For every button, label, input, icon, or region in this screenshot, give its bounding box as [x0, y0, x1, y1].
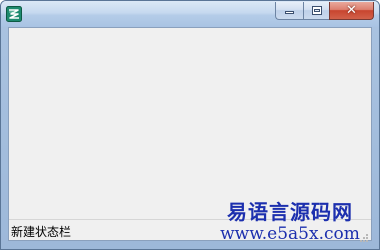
close-button[interactable]: ✕ [329, 2, 374, 20]
maximize-button[interactable] [303, 2, 329, 20]
client-area: 新建状态栏 [8, 27, 372, 242]
minimize-icon [285, 11, 294, 14]
application-window: ✕ 新建状态栏 [0, 0, 380, 250]
maximize-icon [312, 6, 322, 15]
app-logo-icon[interactable] [6, 6, 22, 22]
status-bar-text: 新建状态栏 [11, 225, 72, 239]
title-bar[interactable]: ✕ [1, 1, 379, 27]
close-icon: ✕ [346, 3, 357, 18]
resize-grip-icon[interactable] [359, 228, 369, 242]
status-bar: 新建状态栏 [9, 219, 371, 242]
caption-buttons: ✕ [275, 2, 374, 21]
minimize-button[interactable] [275, 2, 303, 20]
